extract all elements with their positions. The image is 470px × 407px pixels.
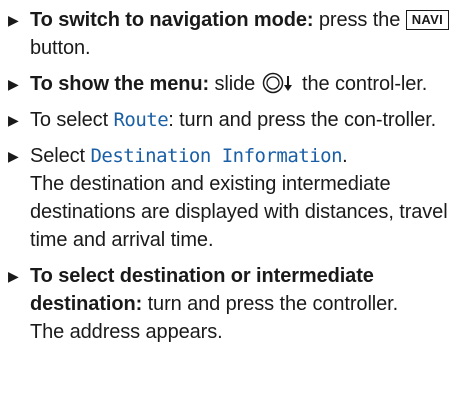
step-text: : turn and press the con-troller. — [168, 109, 437, 131]
step-text: turn and press the controller. — [142, 293, 399, 315]
step-text: slide — [209, 73, 261, 95]
step-text: press the — [313, 9, 406, 31]
step-show-menu: ▶ To show the menu: slide the control-le… — [6, 70, 464, 98]
step-text: Select — [30, 145, 91, 167]
bullet-arrow-icon: ▶ — [8, 268, 19, 284]
step-result: The address appears. — [30, 321, 223, 343]
step-text: To select — [30, 109, 114, 131]
step-destination-information: ▶ Select Destination Information. The de… — [6, 142, 464, 254]
bullet-arrow-icon: ▶ — [8, 112, 19, 128]
step-label: To switch to navigation mode: — [30, 9, 314, 31]
route-menu-item: Route — [113, 109, 169, 131]
step-select-destination: ▶ To select destination or intermediate … — [6, 262, 464, 346]
step-switch-navigation: ▶ To switch to navigation mode: press th… — [6, 6, 464, 62]
step-text: . — [342, 145, 348, 167]
step-text: button. — [30, 37, 91, 59]
controller-slide-down-icon — [262, 72, 292, 94]
bullet-arrow-icon: ▶ — [8, 76, 19, 92]
step-label: To show the menu: — [30, 73, 210, 95]
step-result: The destination and existing intermediat… — [30, 173, 448, 251]
step-text: the control-ler. — [296, 73, 428, 95]
navi-key-icon: NAVI — [405, 10, 449, 30]
step-select-route: ▶ To select Route: turn and press the co… — [6, 106, 464, 134]
bullet-arrow-icon: ▶ — [8, 148, 19, 164]
destination-information-menu-item: Destination Information — [90, 145, 343, 167]
bullet-arrow-icon: ▶ — [8, 12, 19, 28]
instruction-page: ▶ To switch to navigation mode: press th… — [0, 0, 470, 407]
